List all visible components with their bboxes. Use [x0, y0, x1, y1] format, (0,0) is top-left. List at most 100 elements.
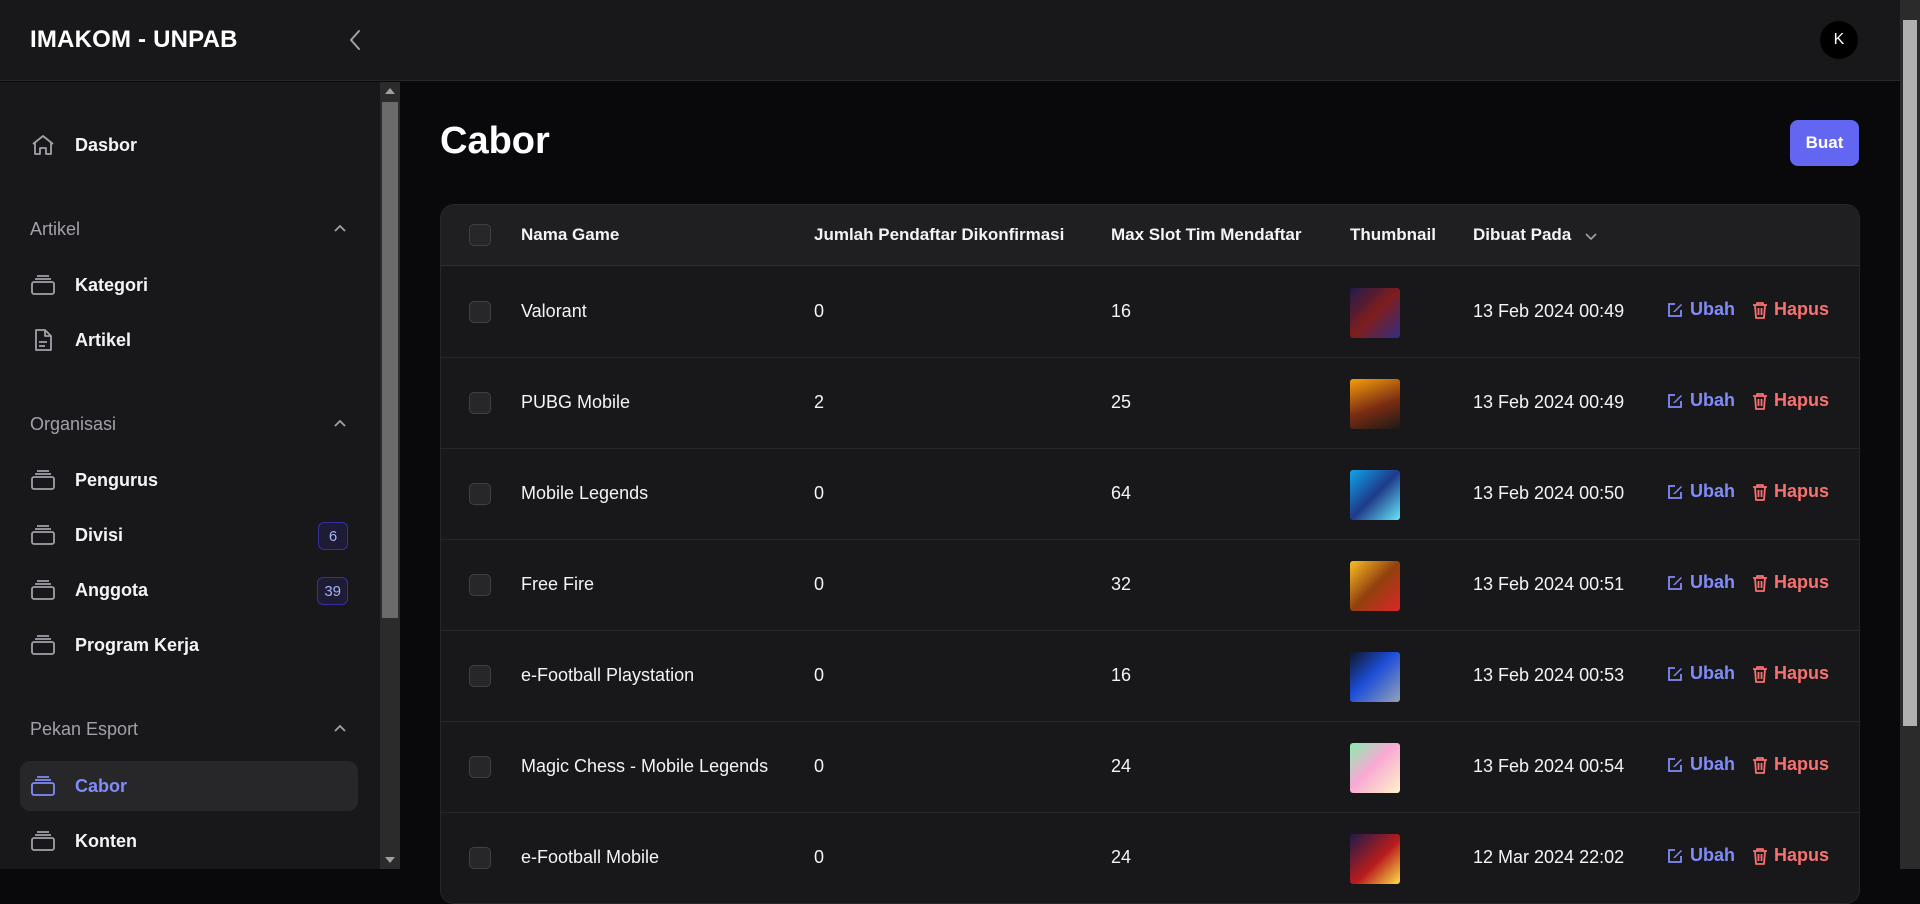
sidebar-item-program-kerja[interactable]: Program Kerja — [20, 620, 358, 670]
delete-label: Hapus — [1774, 845, 1830, 865]
stack-icon — [31, 275, 55, 295]
scroll-thumb[interactable] — [382, 102, 398, 618]
scroll-down-arrow-icon[interactable] — [380, 851, 400, 869]
cell-max-slot: 64 — [1111, 483, 1132, 503]
edit-label: Ubah — [1690, 390, 1735, 410]
edit-button[interactable]: Ubah — [1666, 572, 1735, 593]
delete-button[interactable]: Hapus — [1752, 299, 1829, 320]
column-header-jumlah-pendaftar[interactable]: Jumlah Pendaftar Dikonfirmasi — [814, 225, 1064, 245]
row-checkbox[interactable] — [469, 301, 491, 323]
delete-button[interactable]: Hapus — [1752, 481, 1829, 502]
trash-icon — [1753, 483, 1767, 501]
edit-button[interactable]: Ubah — [1666, 299, 1735, 320]
sidebar-item-dasbor[interactable]: Dasbor — [20, 120, 358, 170]
group-organisasi-header[interactable]: Organisasi — [30, 409, 348, 439]
edit-label: Ubah — [1690, 572, 1735, 592]
main-content: Cabor Buat Nama Game Jumlah Pendaftar Di… — [400, 82, 1900, 904]
thumbnail-image — [1350, 561, 1400, 611]
thumbnail-image — [1350, 379, 1400, 429]
cell-jumlah-pendaftar: 0 — [814, 574, 825, 594]
sidebar-item-anggota[interactable]: Anggota 39 — [20, 565, 358, 615]
table-row: Valorant 0 16 13 Feb 2024 00:49 Ubah Hap… — [441, 267, 1859, 358]
edit-label: Ubah — [1690, 845, 1735, 865]
cell-jumlah-pendaftar: 0 — [814, 756, 825, 776]
cell-jumlah-pendaftar: 0 — [814, 847, 825, 867]
select-all-checkbox[interactable] — [469, 224, 491, 246]
page-title: Cabor — [440, 120, 550, 162]
sidebar-item-divisi[interactable]: Divisi 6 — [20, 510, 358, 560]
sidebar-item-label: Cabor — [75, 775, 128, 796]
sidebar-item-label: Anggota — [75, 579, 148, 600]
edit-button[interactable]: Ubah — [1666, 845, 1735, 866]
edit-label: Ubah — [1690, 663, 1735, 683]
cell-nama-game: Mobile Legends — [521, 483, 649, 503]
cell-dibuat-pada: 13 Feb 2024 00:49 — [1473, 392, 1625, 412]
edit-button[interactable]: Ubah — [1666, 390, 1735, 411]
chevron-left-icon — [350, 30, 360, 50]
collapse-sidebar-button[interactable] — [344, 27, 366, 53]
sidebar-item-pengurus[interactable]: Pengurus — [20, 455, 358, 505]
table-row: Mobile Legends 0 64 13 Feb 2024 00:50 Ub… — [441, 449, 1859, 540]
sidebar-item-kategori[interactable]: Kategori — [20, 260, 358, 310]
table-row: Magic Chess - Mobile Legends 0 24 13 Feb… — [441, 722, 1859, 813]
scroll-thumb[interactable] — [1903, 20, 1917, 726]
thumbnail-image — [1350, 288, 1400, 338]
row-checkbox[interactable] — [469, 574, 491, 596]
column-header-max-slot[interactable]: Max Slot Tim Mendaftar — [1111, 225, 1302, 245]
chevron-up-icon — [334, 224, 346, 232]
column-header-nama-game[interactable]: Nama Game — [521, 225, 619, 245]
page-scrollbar[interactable] — [1900, 0, 1920, 869]
row-checkbox[interactable] — [469, 756, 491, 778]
edit-button[interactable]: Ubah — [1666, 481, 1735, 502]
edit-button[interactable]: Ubah — [1666, 754, 1735, 775]
delete-button[interactable]: Hapus — [1752, 663, 1829, 684]
delete-button[interactable]: Hapus — [1752, 390, 1829, 411]
row-checkbox[interactable] — [469, 392, 491, 414]
row-checkbox[interactable] — [469, 483, 491, 505]
scroll-up-arrow-icon[interactable] — [380, 82, 400, 100]
group-label: Pekan Esport — [30, 718, 139, 739]
edit-button[interactable]: Ubah — [1666, 663, 1735, 684]
sidebar-item-label: Divisi — [75, 524, 124, 545]
table-header: Nama Game Jumlah Pendaftar Dikonfirmasi … — [441, 205, 1859, 266]
delete-label: Hapus — [1774, 299, 1830, 319]
cell-nama-game: e-Football Playstation — [521, 665, 695, 685]
table-row: Free Fire 0 32 13 Feb 2024 00:51 Ubah Ha… — [441, 540, 1859, 631]
document-icon — [35, 329, 52, 351]
delete-button[interactable]: Hapus — [1752, 754, 1829, 775]
edit-icon — [1668, 575, 1682, 590]
cell-max-slot: 16 — [1111, 301, 1132, 321]
brand-logo[interactable]: IMAKOM - UNPAB — [30, 26, 238, 54]
column-header-dibuat-pada[interactable]: Dibuat Pada — [1473, 225, 1598, 245]
cell-nama-game: PUBG Mobile — [521, 392, 631, 412]
edit-icon — [1668, 666, 1682, 681]
edit-label: Ubah — [1690, 299, 1735, 319]
sidebar-item-konten[interactable]: Konten — [20, 816, 358, 866]
create-button[interactable]: Buat — [1790, 120, 1859, 166]
trash-icon — [1753, 301, 1767, 319]
stack-icon — [31, 776, 55, 796]
group-artikel-header[interactable]: Artikel — [30, 214, 348, 244]
user-avatar[interactable]: K — [1820, 21, 1858, 59]
cell-dibuat-pada: 13 Feb 2024 00:54 — [1473, 756, 1625, 776]
delete-button[interactable]: Hapus — [1752, 572, 1829, 593]
delete-button[interactable]: Hapus — [1752, 845, 1829, 866]
trash-icon — [1753, 574, 1767, 592]
top-bar: IMAKOM - UNPAB K — [0, 0, 1900, 81]
stack-icon — [31, 470, 55, 490]
row-checkbox[interactable] — [469, 665, 491, 687]
sidebar-scrollbar[interactable] — [380, 82, 400, 869]
chevron-up-icon — [334, 724, 346, 732]
edit-icon — [1668, 848, 1682, 863]
thumbnail-image — [1350, 470, 1400, 520]
stack-icon — [31, 525, 55, 545]
group-pekan-esport-header[interactable]: Pekan Esport — [30, 714, 348, 744]
sidebar-item-cabor[interactable]: Cabor — [20, 761, 358, 811]
thumbnail-image — [1350, 743, 1400, 793]
sidebar-item-artikel[interactable]: Artikel — [20, 315, 358, 365]
edit-icon — [1668, 393, 1682, 408]
cell-dibuat-pada: 13 Feb 2024 00:51 — [1473, 574, 1625, 594]
home-icon — [32, 135, 54, 155]
row-checkbox[interactable] — [469, 847, 491, 869]
edit-icon — [1668, 757, 1682, 772]
